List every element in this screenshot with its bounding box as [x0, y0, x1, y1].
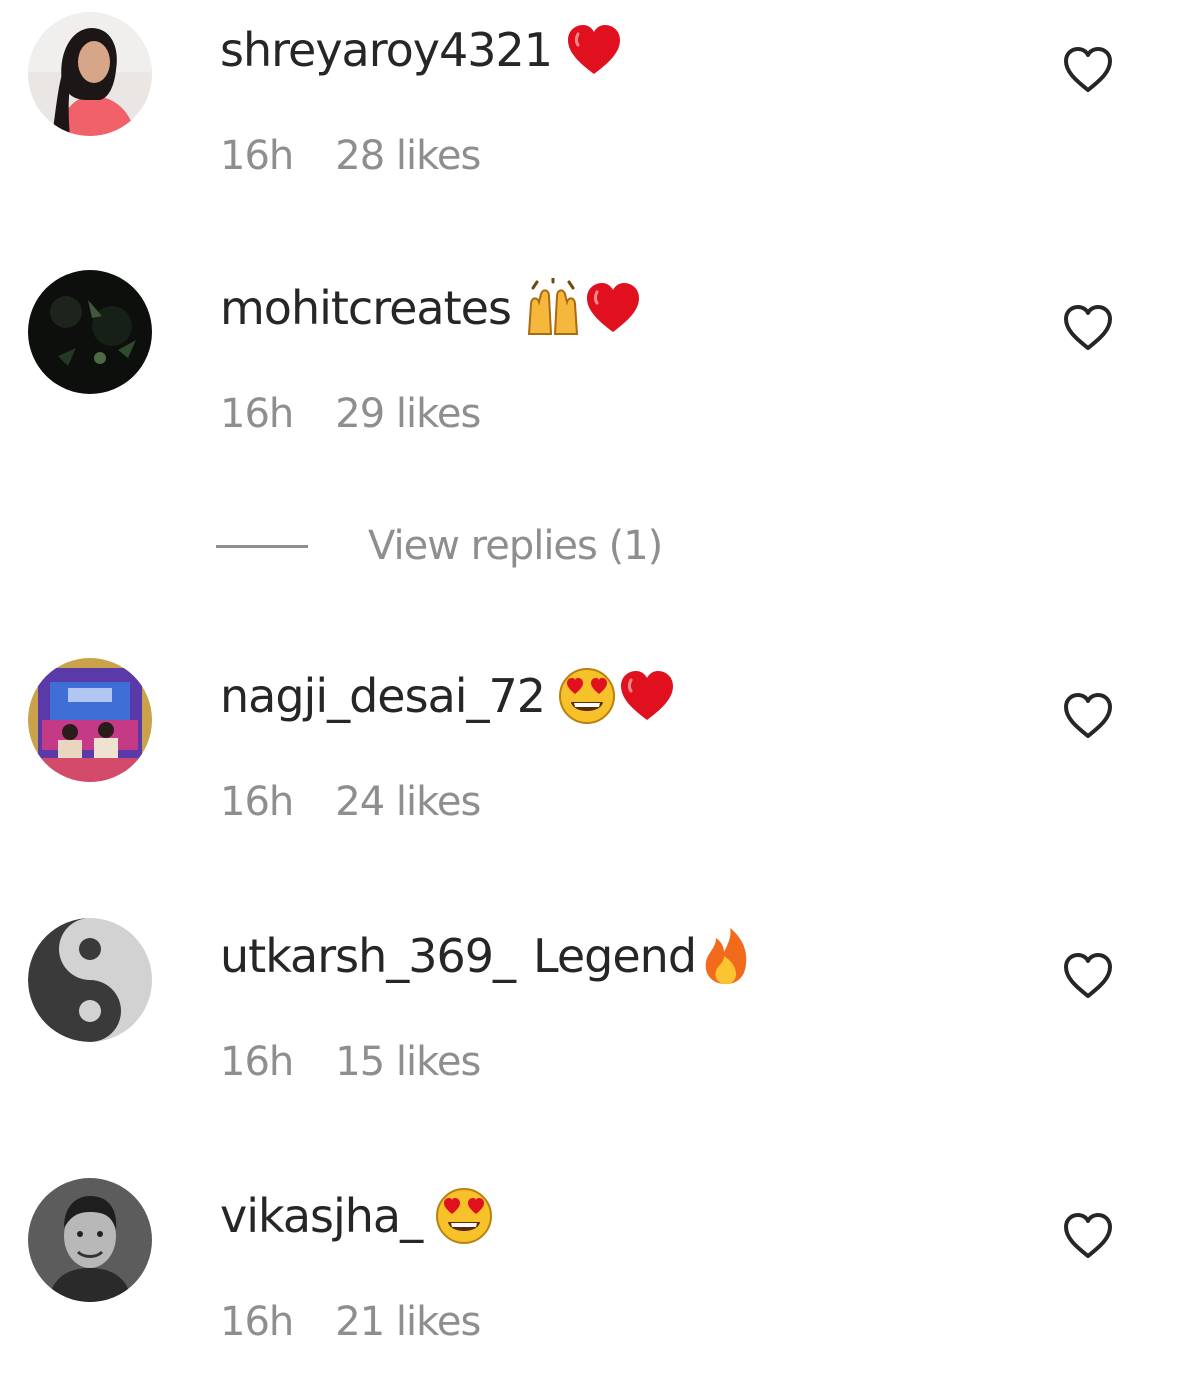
like-heart-icon[interactable]: [1058, 1208, 1118, 1264]
user-avatar[interactable]: [28, 12, 152, 136]
comment-content: utkarsh_369_ Legend: [220, 924, 756, 988]
man-portrait-avatar: [28, 1178, 152, 1302]
comment-item: shreyaroy4321 16h 28 likes: [0, 0, 1200, 200]
comment-content: mohitcreates: [220, 276, 643, 340]
comment-time: 16h: [220, 391, 294, 437]
comment-time: 16h: [220, 779, 294, 825]
yin-yang-avatar: [28, 918, 152, 1042]
heart-eyes-face-emoji: [434, 1186, 494, 1246]
likes-count[interactable]: 29 likes: [335, 391, 481, 437]
view-replies-label: View replies (1): [368, 523, 663, 569]
colorful-group-avatar: [28, 658, 152, 782]
woman-pink-top-avatar: [28, 12, 152, 136]
heart-eyes-face-emoji: [557, 666, 617, 726]
username[interactable]: shreyaroy4321: [220, 18, 553, 82]
comment-content: shreyaroy4321: [220, 18, 624, 82]
comment-body: Legend: [533, 929, 697, 983]
view-replies-button[interactable]: View replies (1): [216, 518, 663, 574]
comment-meta: 16h 28 likes: [220, 128, 481, 184]
raising-hands-emoji: [523, 278, 583, 338]
dark-foliage-avatar: [28, 270, 152, 394]
username[interactable]: vikasjha_: [220, 1184, 423, 1248]
fire-emoji: [696, 926, 756, 986]
like-heart-icon[interactable]: [1058, 300, 1118, 356]
comment-meta: 16h 24 likes: [220, 774, 481, 830]
likes-count[interactable]: 28 likes: [335, 133, 481, 179]
comment-meta: 16h 21 likes: [220, 1294, 481, 1350]
like-heart-icon[interactable]: [1058, 42, 1118, 98]
comment-time: 16h: [220, 1039, 294, 1085]
username[interactable]: nagji_desai_72: [220, 664, 546, 728]
comment-item: vikasjha_ 16h 21 likes: [0, 1166, 1200, 1366]
comment-time: 16h: [220, 1299, 294, 1345]
red-heart-emoji: [617, 666, 677, 726]
comment-content: vikasjha_: [220, 1184, 494, 1248]
comment-meta: 16h 15 likes: [220, 1034, 481, 1090]
like-heart-icon[interactable]: [1058, 948, 1118, 1004]
user-avatar[interactable]: [28, 270, 152, 394]
replies-divider-line: [216, 544, 308, 548]
comment-item: nagji_desai_72 16h 24 likes: [0, 646, 1200, 846]
red-heart-emoji: [564, 20, 624, 80]
red-heart-emoji: [583, 278, 643, 338]
user-avatar[interactable]: [28, 918, 152, 1042]
comment-item: mohitcreates 16h 29 likes: [0, 258, 1200, 458]
comment-meta: 16h 29 likes: [220, 386, 481, 442]
like-heart-icon[interactable]: [1058, 688, 1118, 744]
username[interactable]: utkarsh_369_: [220, 924, 516, 988]
comment-item: utkarsh_369_ Legend 16h 15 likes: [0, 906, 1200, 1106]
comment-content: nagji_desai_72: [220, 664, 677, 728]
likes-count[interactable]: 24 likes: [335, 779, 481, 825]
user-avatar[interactable]: [28, 658, 152, 782]
username[interactable]: mohitcreates: [220, 276, 512, 340]
user-avatar[interactable]: [28, 1178, 152, 1302]
likes-count[interactable]: 21 likes: [335, 1299, 481, 1345]
likes-count[interactable]: 15 likes: [335, 1039, 481, 1085]
comment-time: 16h: [220, 133, 294, 179]
